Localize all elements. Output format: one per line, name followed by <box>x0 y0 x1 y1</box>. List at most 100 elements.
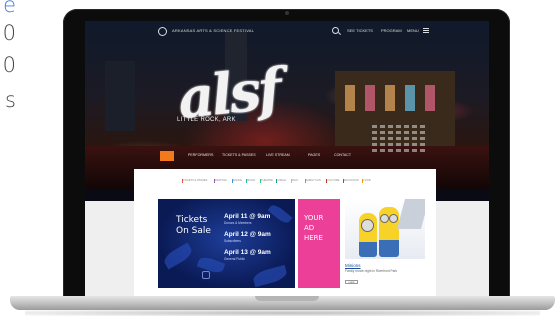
ticket-icon <box>202 271 210 279</box>
fragment-char: s <box>5 88 16 112</box>
category-filter[interactable]: TICKETS & PASSES <box>182 179 207 183</box>
nav-item-live-stream[interactable]: LIVE STREAM <box>266 153 290 157</box>
site-logo-icon[interactable] <box>158 27 167 36</box>
calendar-day-cell[interactable] <box>412 143 417 146</box>
category-color-marker <box>214 179 215 183</box>
laptop-shadow <box>25 310 540 316</box>
building-silhouette <box>105 61 135 131</box>
calendar-day-cell[interactable] <box>388 131 393 134</box>
category-filter[interactable]: EDUCATION <box>343 179 359 183</box>
movie-image[interactable] <box>345 199 425 259</box>
top-link-program[interactable]: PROGRAM <box>381 28 402 33</box>
calendar-day-cell[interactable] <box>396 143 401 146</box>
calendar-day-cell[interactable] <box>404 143 409 146</box>
calendar-day-cell[interactable] <box>404 137 409 140</box>
calendar-day-cell[interactable] <box>380 125 385 128</box>
category-color-marker <box>362 179 364 183</box>
site-title[interactable]: ARKANSAS ARTS & SCIENCE FESTIVAL <box>172 28 254 33</box>
search-icon[interactable] <box>332 27 339 34</box>
top-nav: ARKANSAS ARTS & SCIENCE FESTIVAL SEE TIC… <box>85 21 489 41</box>
laptop-base-notch <box>255 296 319 301</box>
movie-description: Family movie night in Riverfront Park <box>345 269 398 273</box>
nav-item-performers[interactable]: PERFORMERS <box>188 153 213 157</box>
calendar-day-cell[interactable] <box>388 143 393 146</box>
fragment-char: e <box>3 0 16 17</box>
calendar-day-cell[interactable] <box>412 125 417 128</box>
calendar-day-cell[interactable] <box>388 125 393 128</box>
category-color-marker <box>232 179 233 183</box>
category-filter[interactable]: FILM <box>291 179 298 183</box>
tickets-heading-line2: On Sale <box>176 226 211 236</box>
ticket-date: April 11 @ 9am <box>224 213 271 220</box>
calendar-day-cell[interactable] <box>420 125 425 128</box>
movie-title-link[interactable]: Minions <box>345 263 361 268</box>
calendar-day-cell[interactable] <box>372 143 377 146</box>
calendar-day-cell[interactable] <box>412 137 417 140</box>
calendar-day-cell[interactable] <box>404 131 409 134</box>
content-area: TICKETS & PASSES FESTIVAL DANCE MUSIC THEATR… <box>134 169 436 299</box>
nav-item-contact[interactable]: CONTACT <box>334 153 351 157</box>
category-color-marker <box>276 179 278 183</box>
ad-line: AD <box>304 224 315 232</box>
calendar-day-cell[interactable] <box>380 131 385 134</box>
calendar-day-cell[interactable] <box>372 125 377 128</box>
tickets-heading-line1: Tickets <box>176 215 208 225</box>
ticket-date-sub: General Public <box>224 257 245 261</box>
calendar-day-cell[interactable] <box>396 131 401 134</box>
nav-home-button[interactable] <box>160 151 174 161</box>
category-filter[interactable]: DANCE <box>232 179 242 183</box>
top-link-tickets[interactable]: SEE TICKETS <box>347 28 373 33</box>
calendar-day-cell[interactable] <box>420 131 425 134</box>
calendar-day-cell[interactable] <box>412 131 417 134</box>
calendar-day-cell[interactable] <box>372 137 377 140</box>
category-filter-row: TICKETS & PASSES FESTIVAL DANCE MUSIC THEATR… <box>182 179 412 185</box>
hero-banner: ARKANSAS ARTS & SCIENCE FESTIVAL SEE TIC… <box>85 21 489 189</box>
ad-line: HERE <box>304 234 323 242</box>
ad-text: YOUR AD HERE <box>304 213 323 243</box>
camera-icon <box>285 11 289 15</box>
ticket-date: April 12 @ 9am <box>224 231 271 238</box>
ticket-date-sub: Donors & Members <box>224 221 252 225</box>
ad-placeholder[interactable]: YOUR AD HERE <box>298 199 340 288</box>
ad-line: YOUR <box>304 214 324 222</box>
tickets-heading: Tickets On Sale <box>176 215 216 237</box>
hamburger-icon[interactable] <box>423 28 429 33</box>
tickets-on-sale-panel[interactable]: Tickets On Sale April 11 @ 9am Donors & … <box>158 199 295 288</box>
category-filter[interactable]: VISUAL <box>276 179 286 183</box>
calendar-day-cell[interactable] <box>404 125 409 128</box>
ticket-date: April 13 @ 9am <box>224 249 271 256</box>
calendar-day-cell[interactable] <box>372 131 377 134</box>
more-button[interactable]: more <box>345 280 358 284</box>
category-color-marker <box>290 179 292 183</box>
top-link-menu[interactable]: MENU <box>407 28 419 33</box>
category-filter[interactable]: FOOD <box>362 179 371 183</box>
fragment-char: 0 <box>2 21 16 45</box>
main-nav: PERFORMERS TICKETS & PASSES LIVE STREAM … <box>160 151 420 161</box>
category-color-marker <box>304 179 306 183</box>
category-color-marker <box>326 179 328 183</box>
fragment-char: 0 <box>2 53 16 77</box>
nav-item-tickets-passes[interactable]: TICKETS & PASSES <box>222 153 256 157</box>
category-filter[interactable]: FAMILY FUN <box>305 179 321 183</box>
category-filter[interactable]: CULTURE <box>326 179 339 183</box>
laptop-screen: ARKANSAS ARTS & SCIENCE FESTIVAL SEE TIC… <box>85 21 489 299</box>
category-color-marker <box>342 179 344 183</box>
festival-logo-subtitle: LITTLE ROCK, ARK <box>177 117 236 123</box>
calendar-day-cell[interactable] <box>420 149 425 152</box>
calendar-day-cell[interactable] <box>380 137 385 140</box>
calendar-day-cell[interactable] <box>396 137 401 140</box>
calendar-day-cell[interactable] <box>396 125 401 128</box>
category-filter[interactable]: MUSIC <box>246 179 255 183</box>
category-filter[interactable]: THEATRE <box>260 179 273 183</box>
ticket-date-sub: Subscribers <box>224 239 241 243</box>
calendar-day-cell[interactable] <box>420 143 425 146</box>
category-color-marker <box>260 179 261 183</box>
nav-item-pages[interactable]: PAGES <box>308 153 320 157</box>
calendar-day-cell[interactable] <box>420 137 425 140</box>
category-filter[interactable]: FESTIVAL <box>214 179 227 183</box>
calendar-day-cell[interactable] <box>388 137 393 140</box>
category-color-marker <box>182 179 183 183</box>
calendar-day-cell[interactable] <box>380 143 385 146</box>
category-color-marker <box>246 179 247 183</box>
left-page-fragment: e 0 0 s <box>0 0 20 130</box>
